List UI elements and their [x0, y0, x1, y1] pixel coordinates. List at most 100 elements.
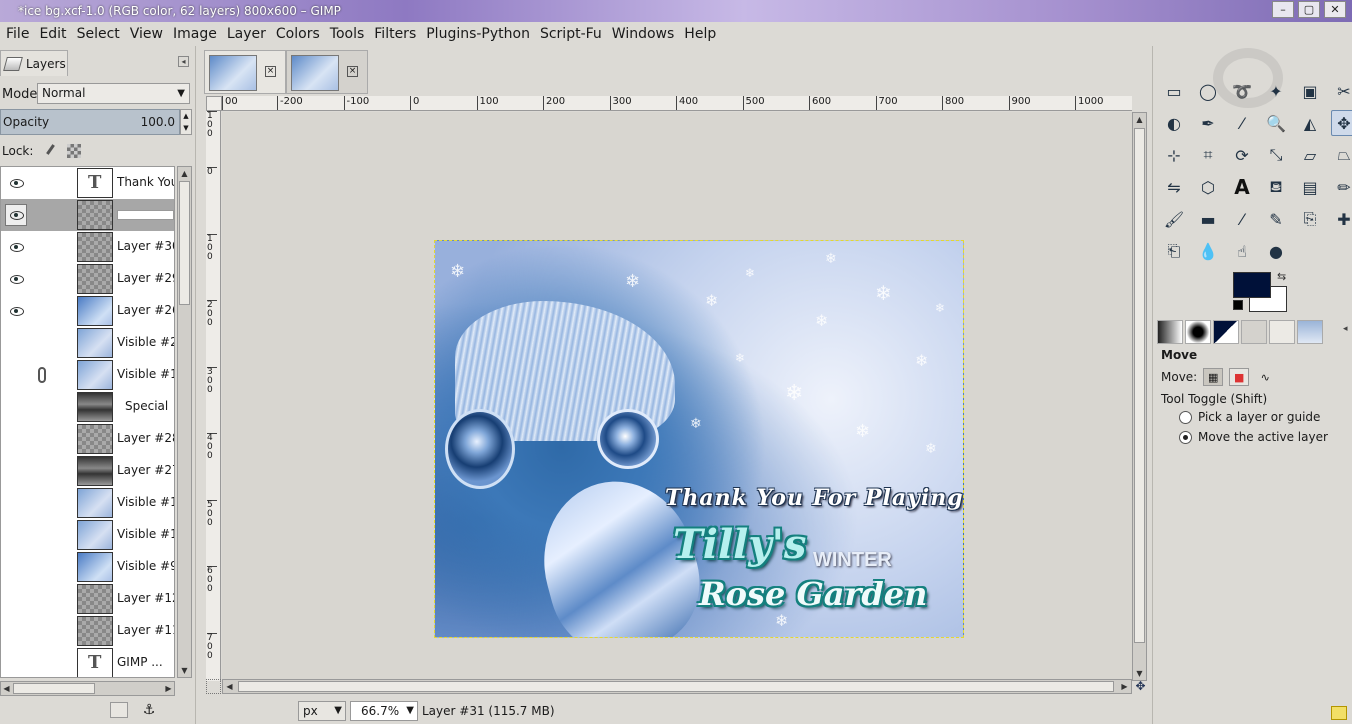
scroll-up-icon[interactable]: ▲ [178, 167, 191, 180]
move-active-radio[interactable] [1179, 430, 1192, 444]
pick-layer-radio[interactable] [1179, 410, 1192, 424]
scroll-down-icon[interactable]: ▼ [178, 664, 191, 677]
menu-layer[interactable]: Layer [224, 26, 273, 42]
layer-row[interactable]: Visible #1 [1, 519, 174, 551]
layer-row[interactable]: Visible #2 [1, 327, 174, 359]
layer-thumbnail[interactable] [77, 520, 113, 550]
layer-name-input[interactable] [117, 210, 174, 220]
menu-windows[interactable]: Windows [609, 26, 682, 42]
layer-thumbnail[interactable] [77, 360, 113, 390]
image-tab-1[interactable]: × [204, 50, 286, 94]
layer-thumbnail[interactable] [77, 584, 113, 614]
perspective-tool-icon[interactable]: ⏢ [1331, 142, 1352, 168]
menu-select[interactable]: Select [74, 26, 127, 42]
canvas-area[interactable]: ❄ ❄ ❄ ❄ ❄ ❄ ❄ ❄ ❄ ❄ ❄ ❄ ❄ ❄ ❄ Thank You … [222, 112, 1132, 681]
new-layer-icon[interactable] [110, 702, 128, 718]
rotate-tool-icon[interactable]: ⟳ [1229, 142, 1255, 168]
layer-thumbnail[interactable] [77, 264, 113, 294]
menu-plugins-python[interactable]: Plugins-Python [423, 26, 537, 42]
zoom-dropdown[interactable]: 66.7% ▼ [350, 701, 418, 721]
menu-view[interactable]: View [127, 26, 170, 42]
scroll-left-icon[interactable]: ◀ [223, 680, 236, 693]
menu-help[interactable]: Help [681, 26, 723, 42]
canvas-vscroll[interactable]: ▲ ▼ [1132, 112, 1147, 681]
lock-pixels-icon[interactable] [43, 144, 57, 158]
scroll-thumb[interactable] [179, 181, 190, 305]
menu-image[interactable]: Image [170, 26, 224, 42]
foreground-select-tool-icon[interactable]: ◐ [1161, 110, 1187, 136]
minimize-button[interactable]: – [1272, 1, 1294, 18]
blur-tool-icon[interactable]: 💧 [1195, 238, 1221, 264]
layer-row[interactable]: Layer #11 [1, 615, 174, 647]
dodge-burn-tool-icon[interactable]: ● [1263, 238, 1289, 264]
mode-dropdown[interactable]: Normal ▼ [37, 83, 190, 104]
move-path-button[interactable]: ∿ [1255, 368, 1275, 386]
unit-dropdown[interactable]: px ▼ [298, 701, 346, 721]
fg-bg-tab[interactable] [1213, 320, 1239, 344]
layer-row[interactable]: Layer #26 [1, 295, 174, 327]
layer-row[interactable]: Layer #28 [1, 423, 174, 455]
move-tool-icon[interactable]: ✥ [1331, 110, 1352, 136]
toolbox-menu-icon[interactable]: ◂ [1343, 324, 1348, 334]
hscroll-thumb[interactable] [238, 681, 1114, 692]
text-tool-icon[interactable]: A [1229, 174, 1255, 200]
horizontal-ruler[interactable]: 00 -200 -100 0 100 200 300 400 500 600 700 800 900 10… [222, 96, 1132, 111]
chain-icon[interactable] [38, 367, 46, 383]
ink-tool-icon[interactable]: ✎ [1263, 206, 1289, 232]
move-layer-button[interactable]: ▦ [1203, 368, 1224, 386]
scroll-right-icon[interactable]: ▶ [162, 682, 175, 695]
layer-thumbnail[interactable] [77, 424, 113, 454]
layer-thumbnail[interactable] [77, 456, 113, 486]
layer-list-hscroll[interactable]: ◀ ▶ [0, 681, 175, 696]
measure-tool-icon[interactable]: ◭ [1297, 110, 1323, 136]
scroll-up-icon[interactable]: ▲ [1133, 113, 1146, 126]
dock-menu-button[interactable]: ◂ [178, 56, 189, 67]
free-select-tool-icon[interactable]: ➰ [1229, 78, 1255, 104]
scroll-thumb[interactable] [1134, 128, 1145, 643]
layer-thumbnail[interactable] [77, 296, 113, 326]
scroll-left-icon[interactable]: ◀ [0, 682, 13, 695]
tool-options-tab[interactable] [1269, 320, 1295, 344]
paintbrush-tool-icon[interactable]: 🖌 [1161, 206, 1187, 232]
quick-mask-toggle[interactable] [206, 679, 221, 694]
layer-row[interactable]: Visible #1 [1, 359, 174, 391]
layer-thumbnail[interactable] [77, 232, 113, 262]
menu-colors[interactable]: Colors [273, 26, 327, 42]
pick-layer-option[interactable]: Pick a layer or guide [1161, 410, 1351, 424]
canvas-hscroll[interactable]: ◀ ▶ [222, 679, 1132, 694]
layer-thumbnail[interactable] [77, 328, 113, 358]
color-picker-tool-icon[interactable]: ⁄ [1229, 110, 1255, 136]
align-tool-icon[interactable]: ⊹ [1161, 142, 1187, 168]
close-button[interactable]: ✕ [1324, 1, 1346, 18]
lock-alpha-icon[interactable] [67, 144, 82, 158]
ruler-corner[interactable] [206, 96, 222, 111]
bucket-fill-tool-icon[interactable]: ⛾ [1263, 174, 1289, 200]
opacity-slider[interactable]: Opacity 100.0 [0, 109, 180, 135]
reset-colors-icon[interactable] [1233, 300, 1243, 310]
layer-row[interactable]: Layer #30 [1, 231, 174, 263]
shear-tool-icon[interactable]: ▱ [1297, 142, 1323, 168]
layer-row[interactable]: Visible #1 [1, 487, 174, 519]
scissors-tool-icon[interactable]: ✂ [1331, 78, 1352, 104]
zoom-tool-icon[interactable]: 🔍 [1263, 110, 1289, 136]
eye-icon[interactable] [10, 210, 24, 220]
layer-row[interactable]: Layer #29 [1, 263, 174, 295]
paste-icon[interactable] [1331, 706, 1347, 720]
ellipse-select-tool-icon[interactable]: ◯ [1195, 78, 1221, 104]
layer-thumbnail[interactable] [77, 648, 113, 677]
layer-thumbnail[interactable] [77, 200, 113, 230]
fuzzy-select-tool-icon[interactable]: ✦ [1263, 78, 1289, 104]
layers-tab[interactable]: Layers [0, 50, 68, 76]
clone-tool-icon[interactable]: ⎘ [1297, 206, 1323, 232]
layer-thumbnail[interactable] [77, 488, 113, 518]
layer-row[interactable]: Layer #27 [1, 455, 174, 487]
swap-colors-icon[interactable]: ⇆ [1277, 270, 1286, 283]
eye-icon[interactable] [10, 274, 24, 284]
eye-icon[interactable] [10, 306, 24, 316]
vertical-ruler[interactable]: 100 0 100 200 300 400 500 600 700 [206, 111, 221, 681]
foreground-color-swatch[interactable] [1233, 272, 1271, 298]
crop-tool-icon[interactable]: ⌗ [1195, 142, 1221, 168]
maximize-button[interactable]: ▢ [1298, 1, 1320, 18]
document-tab[interactable] [1241, 320, 1267, 344]
smudge-tool-icon[interactable]: ☝ [1229, 238, 1255, 264]
